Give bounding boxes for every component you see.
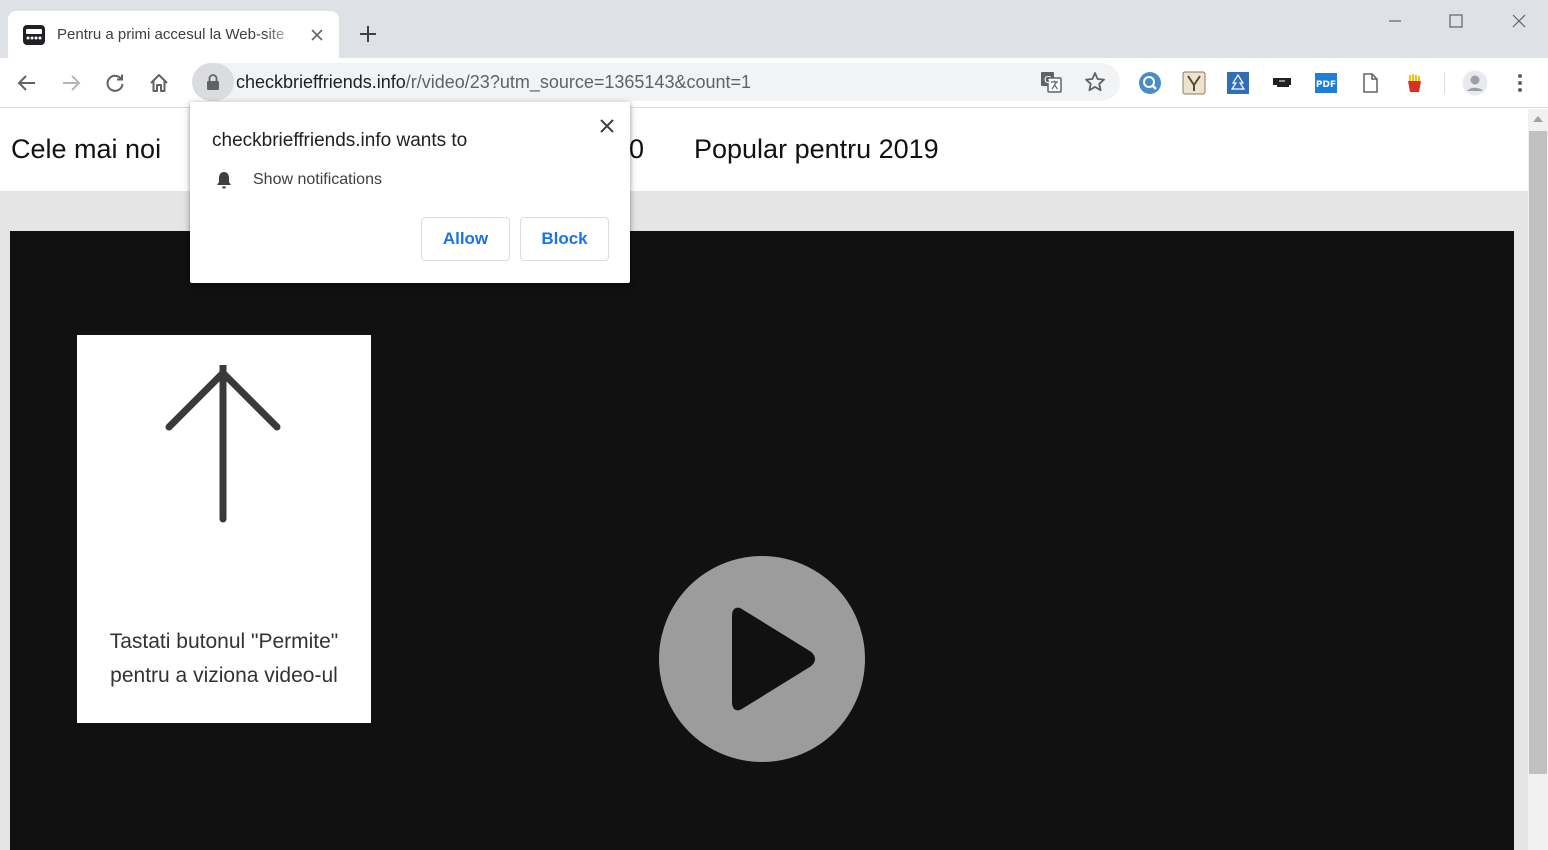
bell-icon <box>217 172 231 189</box>
browser-toolbar: checkbrieffriends.info/r/video/23?utm_so… <box>0 58 1548 108</box>
address-bar[interactable]: checkbrieffriends.info/r/video/23?utm_so… <box>192 63 1120 101</box>
translate-icon[interactable]: G <box>1037 68 1065 96</box>
tree-extension-icon[interactable] <box>1225 70 1251 96</box>
back-icon[interactable] <box>13 69 41 97</box>
site-favicon-icon <box>23 24 45 45</box>
notification-permission-popup: checkbrieffriends.info wants to Show not… <box>190 102 630 283</box>
nav-link-popular[interactable]: Popular pentru 2019 <box>694 134 939 165</box>
nav-link-latest[interactable]: Cele mai noi <box>11 134 161 165</box>
window-close-icon[interactable] <box>1504 6 1534 36</box>
pdf-extension-label: PDF <box>1316 80 1336 90</box>
reload-icon[interactable] <box>101 69 129 97</box>
page-scrollbar[interactable] <box>1528 109 1548 850</box>
page-extension-icon[interactable] <box>1357 70 1383 96</box>
title-bar: Pentru a primi accesul la Web-site <box>0 0 1548 58</box>
tab-close-icon[interactable] <box>307 25 327 45</box>
block-button[interactable]: Block <box>520 217 609 261</box>
svg-text:G: G <box>1044 75 1052 86</box>
url-host: checkbrieffriends.info <box>236 72 406 92</box>
maximize-icon[interactable] <box>1441 6 1471 36</box>
search-extension-icon[interactable] <box>1137 70 1163 96</box>
toolbar-separator <box>1444 72 1445 94</box>
scroll-up-arrow-icon[interactable] <box>1528 109 1548 129</box>
bookmark-star-icon[interactable] <box>1081 68 1109 96</box>
play-button[interactable] <box>659 556 865 762</box>
pdf-extension-icon[interactable]: PDF <box>1313 70 1339 96</box>
home-icon[interactable] <box>145 69 173 97</box>
cast-extension-icon[interactable] <box>1269 70 1295 96</box>
nav-link-partial[interactable]: 0 <box>629 134 644 165</box>
profile-avatar-icon[interactable] <box>1462 70 1488 96</box>
forward-icon[interactable] <box>57 69 85 97</box>
url-path: /r/video/23?utm_source=1365143&count=1 <box>405 72 752 92</box>
active-tab[interactable]: Pentru a primi accesul la Web-site <box>8 11 339 58</box>
menu-kebab-icon[interactable] <box>1507 70 1533 96</box>
instruction-line-2: pentru a viziona video-ul <box>110 664 338 687</box>
fries-extension-icon[interactable] <box>1401 70 1427 96</box>
arrow-up-icon <box>165 365 281 523</box>
play-icon <box>732 607 815 711</box>
instruction-card: Tastati butonul "Permite" pentru a vizio… <box>77 335 371 723</box>
permission-label: Show notifications <box>253 171 382 188</box>
allow-button[interactable]: Allow <box>421 217 510 261</box>
popup-title: checkbrieffriends.info wants to <box>212 130 468 151</box>
scroll-thumb[interactable] <box>1529 131 1547 774</box>
url-text[interactable]: checkbrieffriends.info/r/video/23?utm_so… <box>236 63 751 101</box>
tab-title: Pentru a primi accesul la Web-site <box>57 26 285 43</box>
minimize-icon[interactable] <box>1380 6 1410 36</box>
video-player[interactable]: Tastati butonul "Permite" pentru a vizio… <box>10 231 1514 850</box>
lock-icon[interactable] <box>192 63 234 101</box>
instruction-line-1: Tastati butonul "Permite" <box>109 630 339 653</box>
popup-close-icon[interactable] <box>595 114 619 138</box>
instruction-text: Tastati butonul "Permite" pentru a vizio… <box>77 625 371 693</box>
new-tab-icon[interactable] <box>355 21 381 47</box>
yoast-extension-icon[interactable] <box>1181 70 1207 96</box>
